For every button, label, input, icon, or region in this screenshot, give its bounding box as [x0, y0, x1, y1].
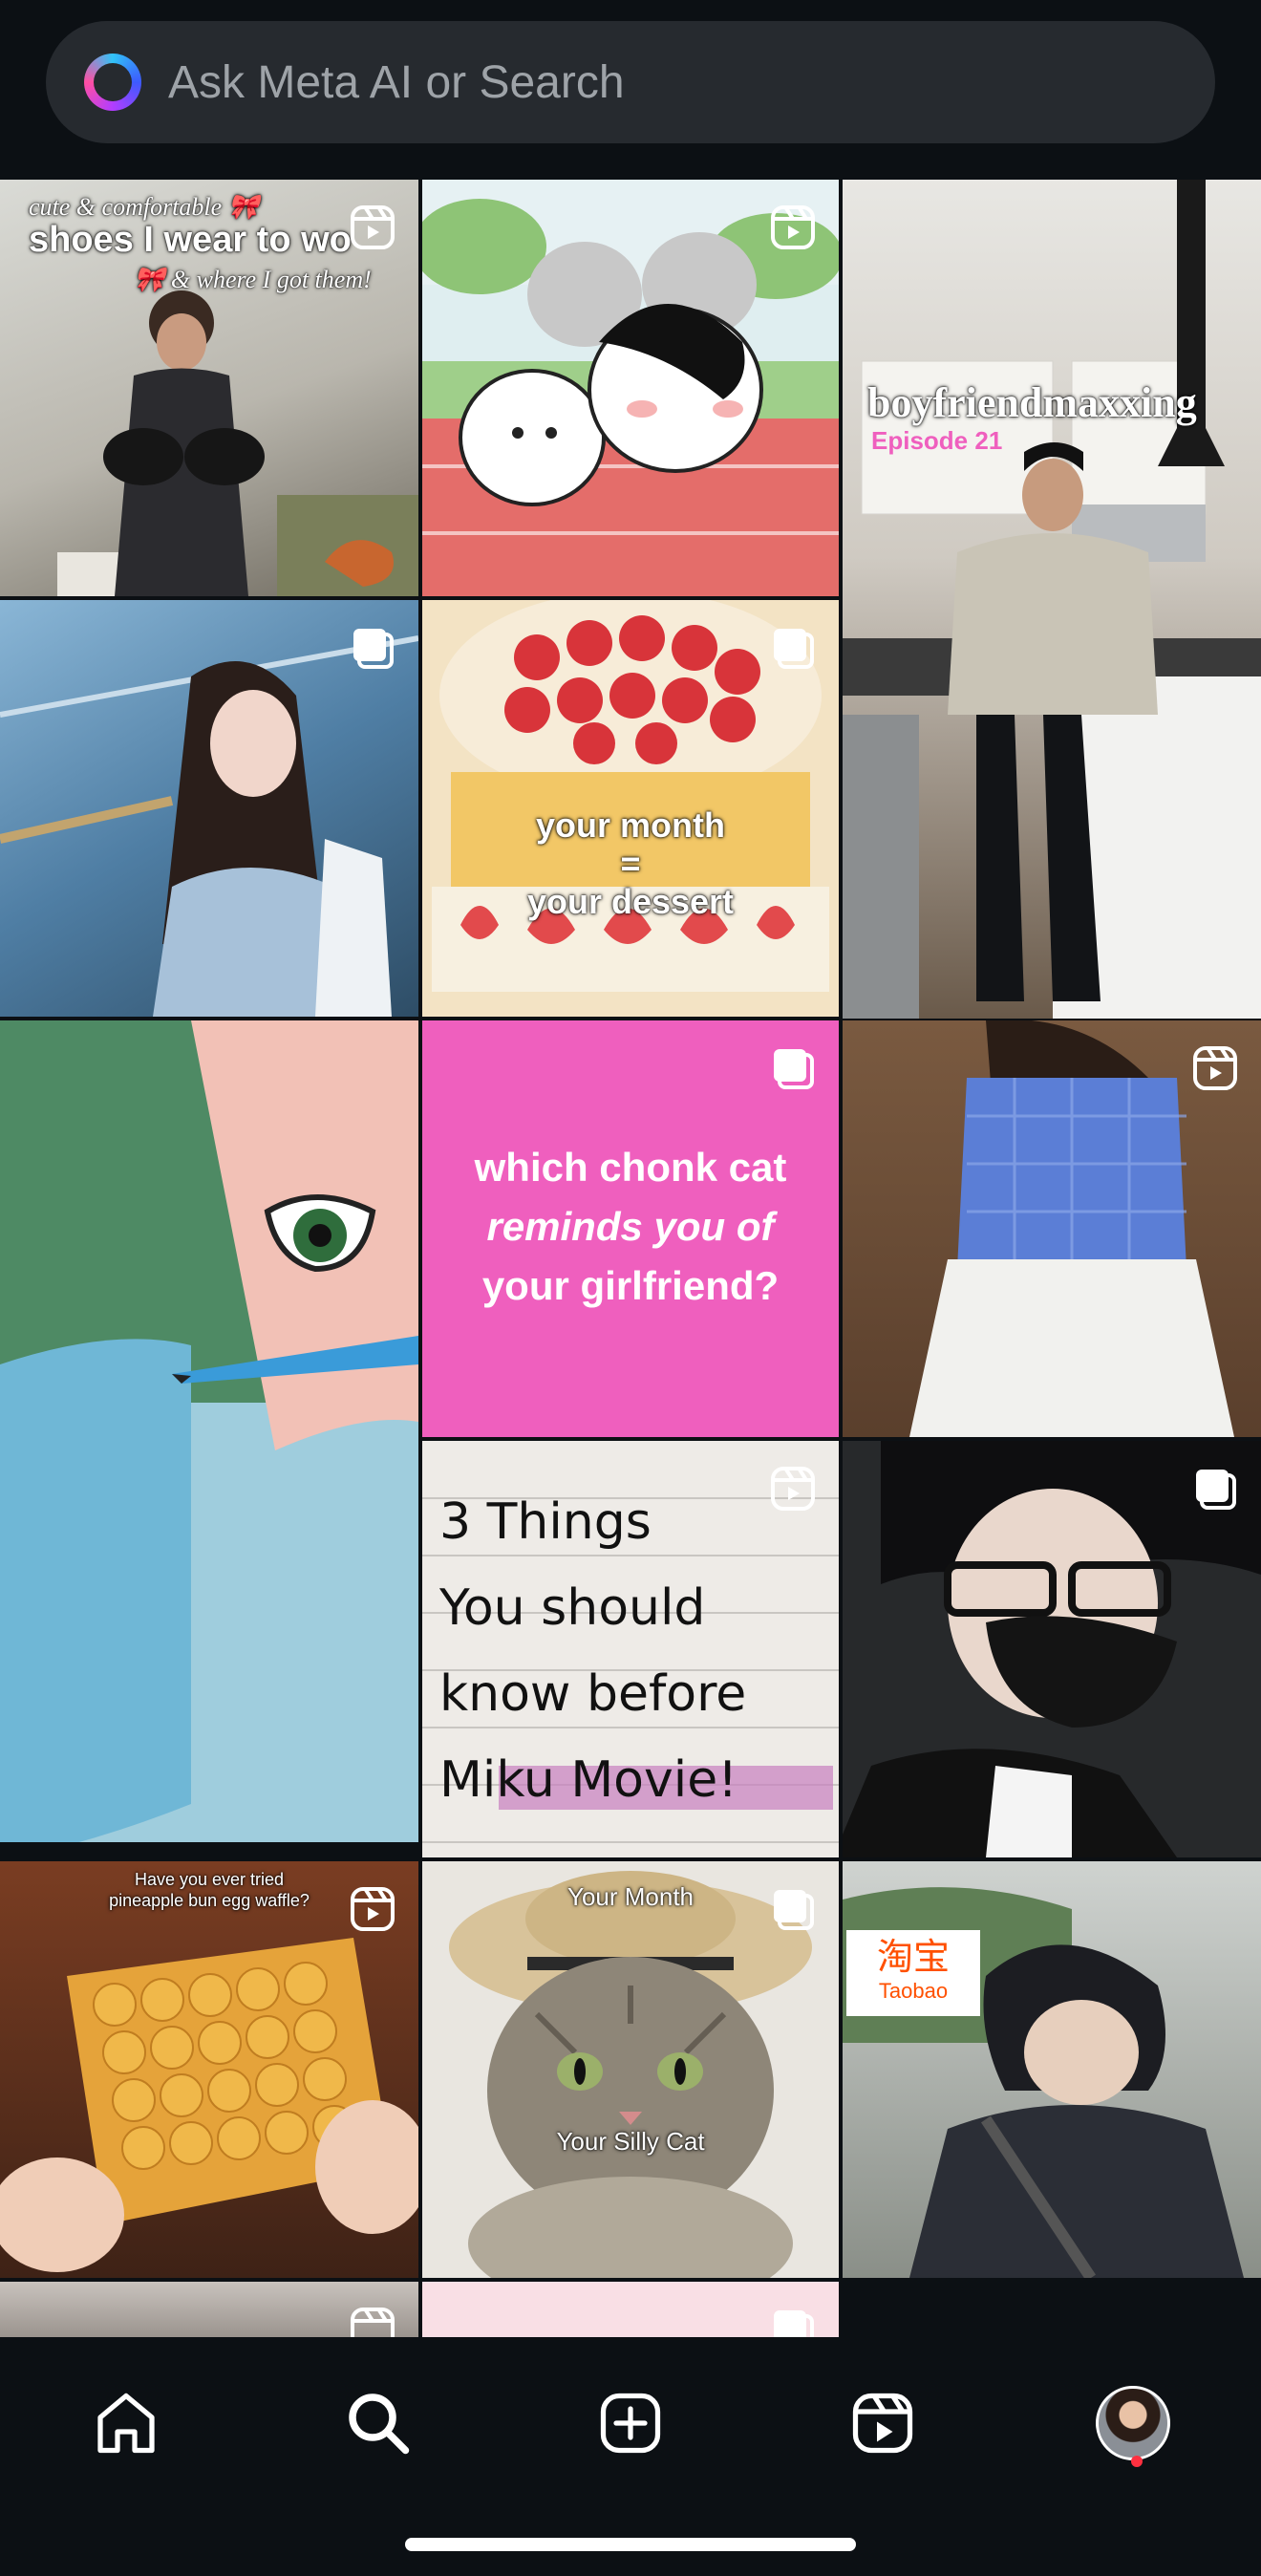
meta-ai-ring-icon [84, 54, 141, 111]
tile-caption-sub: Episode 21 [871, 426, 1003, 455]
grid-tile-cake[interactable]: your month = your dessert [422, 600, 839, 1017]
grid-tile-girl-station[interactable] [0, 600, 418, 1017]
tile-caption-sub: 🎀 & where I got them! [134, 266, 372, 293]
carousel-badge-icon [774, 1890, 814, 1930]
grid-tile-chonk-cat[interactable]: which chonk cat reminds you of your girl… [422, 1020, 839, 1437]
tile-caption: shoes I wear to wo [29, 220, 352, 260]
grid-tile-partial-1[interactable] [0, 2282, 418, 2337]
avatar [1096, 2386, 1170, 2460]
grid-tile-egg-waffle[interactable]: Have you ever tried pineapple bun egg wa… [0, 1861, 418, 2278]
carousel-badge-icon [774, 629, 814, 669]
explore-grid: cute & comfortable 🎀 shoes I wear to wo … [0, 180, 1261, 2337]
create-icon [600, 2393, 661, 2454]
kitchen-photo [843, 180, 1261, 1019]
search-bar[interactable]: Ask Meta AI or Search [46, 21, 1215, 143]
carousel-badge-icon [774, 1049, 814, 1089]
grid-tile-silly-cat[interactable]: Your Month Your Silly Cat [422, 1861, 839, 2278]
reel-badge-icon [351, 2308, 395, 2337]
notification-dot [1131, 2456, 1143, 2467]
tab-create[interactable] [583, 2375, 678, 2471]
reels-icon [852, 2393, 913, 2454]
grid-tile-masked-guy[interactable] [843, 1441, 1261, 1857]
tab-home[interactable] [78, 2375, 174, 2471]
tile-caption: 3 Things You should know before Miku Mov… [439, 1493, 747, 1809]
tab-search[interactable] [331, 2375, 426, 2471]
reel-badge-icon [771, 205, 815, 249]
grid-tile-miku-notes[interactable]: 3 Things You should know before Miku Mov… [422, 1441, 839, 1857]
reel-badge-icon [771, 1467, 815, 1511]
search-icon [349, 2394, 410, 2455]
top-bar: Ask Meta AI or Search [0, 0, 1261, 178]
grid-tile-taobao[interactable]: 淘宝 Taobao [843, 1861, 1261, 2278]
grid-tile-gingham-outfit[interactable] [843, 1020, 1261, 1437]
grid-tile-shoes[interactable]: cute & comfortable 🎀 shoes I wear to wo … [0, 180, 418, 596]
search-placeholder: Ask Meta AI or Search [168, 56, 625, 108]
reel-badge-icon [1193, 1046, 1237, 1090]
carousel-badge-icon [1196, 1470, 1236, 1510]
tile-caption-sub: your girlfriend? [481, 1263, 780, 1308]
taobao-logo-en: Taobao [878, 1979, 949, 2003]
tile-caption-emphasis: reminds you of [486, 1204, 775, 1249]
tile-caption: which chonk cat [474, 1145, 787, 1190]
reel-badge-icon [351, 205, 395, 249]
grid-tile-anime-drawing[interactable] [0, 1020, 418, 1859]
grid-tile-partial-2[interactable] [422, 2282, 839, 2337]
carousel-badge-icon [774, 2310, 814, 2337]
tile-caption: boyfriendmaxxing [867, 379, 1197, 426]
tile-caption: your month = your dessert [526, 805, 735, 921]
tile-caption-top: cute & comfortable 🎀 [29, 193, 260, 221]
drawing-illustration [0, 1020, 418, 1859]
home-indicator[interactable] [405, 2538, 856, 2551]
home-icon [97, 2393, 155, 2454]
tab-reels[interactable] [835, 2375, 930, 2471]
carousel-badge-icon [353, 629, 394, 669]
grid-tile-boyfriendmaxxing[interactable]: boyfriendmaxxing Episode 21 [843, 180, 1261, 1019]
grid-tile-cartoon[interactable] [422, 180, 839, 596]
taobao-logo: 淘宝 Taobao [846, 1930, 980, 2016]
tile-caption: Your Silly Cat [556, 2127, 705, 2156]
taobao-logo-cn: 淘宝 [876, 1936, 950, 1978]
street-photo [843, 1887, 1244, 2278]
reel-badge-icon [351, 1887, 395, 1931]
